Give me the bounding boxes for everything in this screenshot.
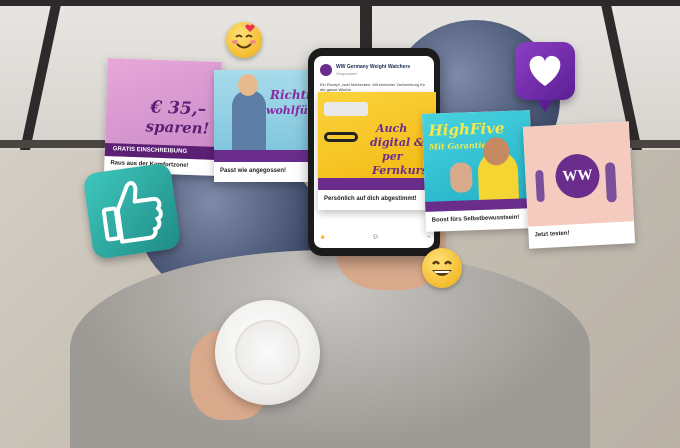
share-action[interactable]: ↪ xyxy=(427,234,430,242)
heart-bubble-icon xyxy=(515,42,575,112)
illustrated-figure-left xyxy=(535,169,545,203)
smiling-blush-emoji-icon xyxy=(226,22,262,58)
post-meta: Gesponsert xyxy=(336,71,357,76)
thumb-glyph xyxy=(101,181,163,244)
ad-card-5-caption: Jetzt testen! xyxy=(534,230,570,239)
cup-lid xyxy=(235,320,300,385)
ad-card-4-image: HighFive Mit Garantie! xyxy=(421,110,534,212)
comment-action[interactable]: 💬 xyxy=(373,234,378,242)
ad-card-4-headline-2: Mit Garantie! xyxy=(428,139,491,152)
page-name[interactable]: WW Germany Weight Watchers xyxy=(336,64,410,70)
ad-card-3-headline: Auch xyxy=(376,122,408,135)
grey-sweater xyxy=(70,250,590,448)
keyboard-illustration xyxy=(324,102,368,116)
ad-card-3-image: Auch digital & per Fernkurs xyxy=(318,92,436,190)
coffee-cup xyxy=(215,300,320,405)
ad-card-1[interactable]: € 35,– sparen! GRATIS EINSCHREIBUNG Raus… xyxy=(104,58,222,176)
ad-card-3-caption: Persönlich auf dich abgestimmt! xyxy=(324,196,417,202)
ad-card-5[interactable]: WW Jetzt testen! xyxy=(522,121,636,249)
ww-logo: WW xyxy=(554,152,601,200)
page-avatar[interactable] xyxy=(320,64,332,76)
post-text: Ein Rezept, zwei Mahlzeiten: Mit einfach… xyxy=(320,82,425,92)
photo-scene: € 35,– sparen! GRATIS EINSCHREIBUNG Raus… xyxy=(0,0,680,448)
ad-card-1-banner: GRATIS EINSCHREIBUNG xyxy=(104,142,219,160)
heart-icon xyxy=(529,55,561,86)
ad-card-1-headline: € 35,– xyxy=(149,97,207,120)
ww-logo-text: WW xyxy=(562,166,593,185)
ad-card-1-banner-text: GRATIS EINSCHREIBUNG xyxy=(112,146,188,155)
high-five-hand xyxy=(449,162,473,193)
ad-card-1-image: € 35,– sparen! GRATIS EINSCHREIBUNG xyxy=(104,58,222,160)
thumbs-up-icon xyxy=(82,162,182,260)
ad-card-4[interactable]: HighFive Mit Garantie! Boost fürs Selbst… xyxy=(421,110,535,232)
ad-card-4-caption: Boost fürs Selbstbewusstsein! xyxy=(431,214,520,224)
ad-card-3-headline-4: Fernkurs xyxy=(372,164,428,177)
ad-card-3-headline-3: per xyxy=(382,150,403,163)
emoji-face-grin xyxy=(432,260,452,276)
ad-card-3-headline-2: digital & xyxy=(370,136,424,149)
ad-card-4-band xyxy=(425,198,534,212)
like-action[interactable]: 👍 xyxy=(320,234,325,242)
ad-card-1-headline-2: sparen! xyxy=(145,117,210,138)
woman-face xyxy=(238,74,258,96)
illustrated-figure xyxy=(604,162,617,203)
grinning-emoji-icon xyxy=(422,248,462,288)
emoji-face-love xyxy=(232,24,256,49)
post-actions: 👍 💬 ↪ xyxy=(320,234,430,242)
ad-card-2-caption: Passt wie angegossen! xyxy=(220,168,287,174)
post-header: WW Germany Weight Watchers Gesponsert xyxy=(320,64,430,84)
ad-card-5-image: WW xyxy=(522,121,634,227)
window-frame xyxy=(0,0,680,6)
glasses-illustration xyxy=(324,132,358,142)
ad-card-3-band xyxy=(318,178,436,190)
ad-card-3[interactable]: Auch digital & per Fernkurs Persönlich a… xyxy=(318,92,436,210)
